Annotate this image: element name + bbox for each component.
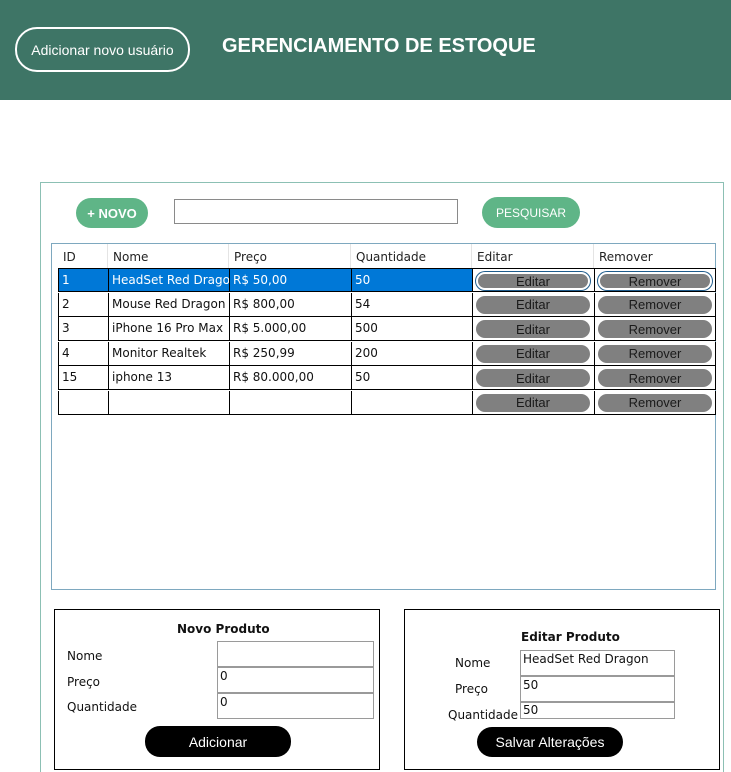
cell-nome[interactable]: HeadSet Red Dragon [108, 268, 229, 292]
edit-product-form: Editar Produto Nome Preço Quantidade Hea… [404, 609, 720, 770]
new-product-title: Novo Produto [177, 622, 270, 636]
cell-preco[interactable]: R$ 5.000,00 [229, 317, 351, 341]
app-header: Adicionar novo usuário GERENCIAMENTO DE … [0, 0, 731, 100]
remove-row-button[interactable]: Remover [598, 272, 712, 290]
cell-editar: Editar [472, 317, 594, 341]
page-title: GERENCIAMENTO DE ESTOQUE [222, 35, 536, 57]
cell-remover: Remover [594, 317, 716, 341]
cell-id[interactable]: 4 [58, 341, 108, 366]
table-row[interactable]: Editar Remover [58, 390, 716, 415]
cell-editar: Editar [472, 292, 594, 317]
table-row[interactable]: 3 iPhone 16 Pro Max R$ 5.000,00 500 Editar Re… [58, 317, 716, 341]
edit-row-button[interactable]: Editar [476, 369, 590, 387]
column-header-editar[interactable]: Editar [472, 244, 594, 268]
cell-id[interactable]: 1 [58, 268, 108, 292]
remove-row-button[interactable]: Remover [598, 295, 712, 314]
remove-row-button[interactable]: Remover [598, 320, 712, 338]
edit-row-button[interactable]: Editar [476, 320, 590, 338]
remove-row-button[interactable]: Remover [598, 369, 712, 387]
cell-remover: Remover [594, 292, 716, 317]
edit-row-button[interactable]: Editar [476, 272, 590, 290]
search-button[interactable]: PESQUISAR [482, 197, 580, 228]
cell-nome[interactable]: iphone 13 [108, 366, 229, 390]
edit-product-nome-input[interactable]: HeadSet Red Dragon [520, 650, 675, 676]
edit-product-quantidade-input[interactable]: 50 [520, 702, 675, 719]
cell-nome[interactable]: iPhone 16 Pro Max [108, 317, 229, 341]
edit-product-quantidade-label: Quantidade [448, 708, 519, 722]
column-header-id[interactable]: ID [58, 244, 108, 268]
cell-quantidade[interactable]: 200 [351, 341, 472, 366]
column-header-remover[interactable]: Remover [594, 244, 716, 268]
cell-editar: Editar [472, 366, 594, 390]
cell-preco[interactable]: R$ 800,00 [229, 292, 351, 317]
cell-quantidade[interactable]: 500 [351, 317, 472, 341]
table-row[interactable]: 4 Monitor Realtek R$ 250,99 200 Editar Remove… [58, 341, 716, 366]
new-product-preco-label: Preço [67, 675, 101, 689]
cell-nome[interactable] [108, 390, 229, 415]
search-input[interactable] [174, 199, 458, 224]
cell-quantidade[interactable]: 50 [351, 366, 472, 390]
edit-product-nome-label: Nome [455, 656, 491, 670]
edit-product-title: Editar Produto [521, 630, 620, 644]
cell-preco[interactable]: R$ 50,00 [229, 268, 351, 292]
cell-remover: Remover [594, 366, 716, 390]
cell-preco[interactable]: R$ 80.000,00 [229, 366, 351, 390]
cell-quantidade[interactable]: 50 [351, 268, 472, 292]
edit-product-preco-input[interactable]: 50 [520, 676, 675, 702]
cell-editar: Editar [472, 341, 594, 366]
column-header-quantidade[interactable]: Quantidade [351, 244, 472, 268]
add-user-button[interactable]: Adicionar novo usuário [15, 27, 190, 72]
table-row[interactable]: 2 Mouse Red Dragon R$ 800,00 54 Editar Remove… [58, 292, 716, 317]
table-row[interactable]: 15 iphone 13 R$ 80.000,00 50 Editar Remover [58, 366, 716, 390]
new-product-quantidade-input[interactable]: 0 [217, 693, 374, 719]
cell-preco[interactable] [229, 390, 351, 415]
cell-editar: Editar [472, 268, 594, 292]
add-product-button[interactable]: Adicionar [145, 726, 291, 757]
cell-editar: Editar [472, 390, 594, 415]
cell-remover: Remover [594, 341, 716, 366]
cell-id[interactable]: 2 [58, 292, 108, 317]
table-row[interactable]: 1 HeadSet Red Dragon R$ 50,00 50 Editar Remov… [58, 268, 716, 292]
cell-id[interactable]: 15 [58, 366, 108, 390]
cell-quantidade[interactable] [351, 390, 472, 415]
cell-nome[interactable]: Monitor Realtek [108, 341, 229, 366]
new-product-form: Novo Produto Nome Preço Quantidade 0 0 A… [54, 609, 380, 770]
cell-nome[interactable]: Mouse Red Dragon [108, 292, 229, 317]
new-product-nome-label: Nome [67, 649, 103, 663]
edit-row-button[interactable]: Editar [476, 344, 590, 363]
cell-preco[interactable]: R$ 250,99 [229, 341, 351, 366]
cell-quantidade[interactable]: 54 [351, 292, 472, 317]
new-product-nome-input[interactable] [217, 641, 374, 667]
remove-row-button[interactable]: Remover [598, 344, 712, 363]
remove-row-button[interactable]: Remover [598, 393, 712, 412]
cell-remover: Remover [594, 268, 716, 292]
save-changes-button[interactable]: Salvar Alterações [477, 727, 623, 757]
edit-row-button[interactable]: Editar [476, 393, 590, 412]
cell-id[interactable] [58, 390, 108, 415]
cell-id[interactable]: 3 [58, 317, 108, 341]
cell-remover: Remover [594, 390, 716, 415]
new-product-preco-input[interactable]: 0 [217, 667, 374, 693]
table-header: ID Nome Preço Quantidade Editar Remover [58, 244, 716, 268]
products-table: ID Nome Preço Quantidade Editar Remover … [51, 243, 716, 590]
edit-product-preco-label: Preço [455, 682, 489, 696]
new-product-button[interactable]: + NOVO [76, 198, 148, 228]
edit-row-button[interactable]: Editar [476, 295, 590, 314]
new-product-quantidade-label: Quantidade [67, 700, 138, 714]
column-header-nome[interactable]: Nome [108, 244, 229, 268]
column-header-preco[interactable]: Preço [229, 244, 351, 268]
